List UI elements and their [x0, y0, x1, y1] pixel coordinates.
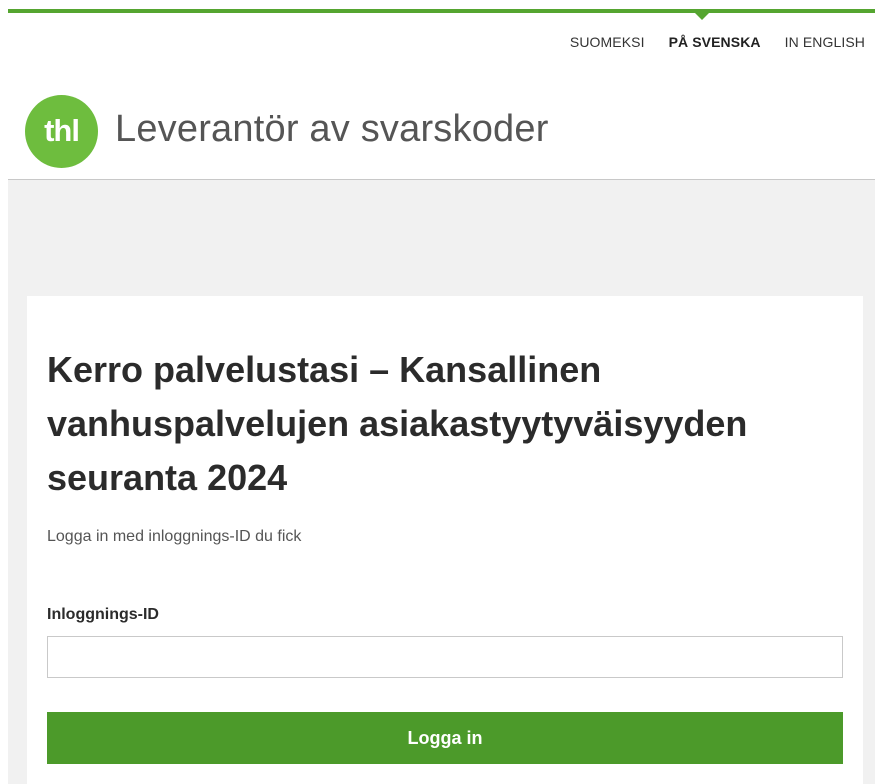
language-nav: SUOMEKSI PÅ SVENSKA IN ENGLISH — [546, 34, 865, 50]
site-title: Leverantör av svarskoder — [115, 108, 549, 150]
thl-logo-text: thl — [44, 112, 80, 148]
active-language-indicator — [695, 13, 709, 20]
top-accent-bar — [8, 9, 875, 13]
survey-title: Kerro palvelustasi – Kansallinen vanhusp… — [47, 349, 748, 498]
login-card: Kerro palvelustasi – Kansallinen vanhusp… — [27, 296, 863, 784]
language-link-finnish[interactable]: SUOMEKSI — [570, 34, 645, 50]
login-id-label: Inloggnings-ID — [47, 606, 159, 623]
login-id-input[interactable] — [47, 636, 843, 678]
language-link-swedish[interactable]: PÅ SVENSKA — [669, 34, 761, 50]
language-link-english[interactable]: IN ENGLISH — [785, 34, 865, 50]
thl-logo[interactable]: thl — [25, 95, 98, 168]
login-instructions: Logga in med inloggnings-ID du fick — [47, 528, 302, 545]
login-button[interactable]: Logga in — [47, 712, 843, 764]
